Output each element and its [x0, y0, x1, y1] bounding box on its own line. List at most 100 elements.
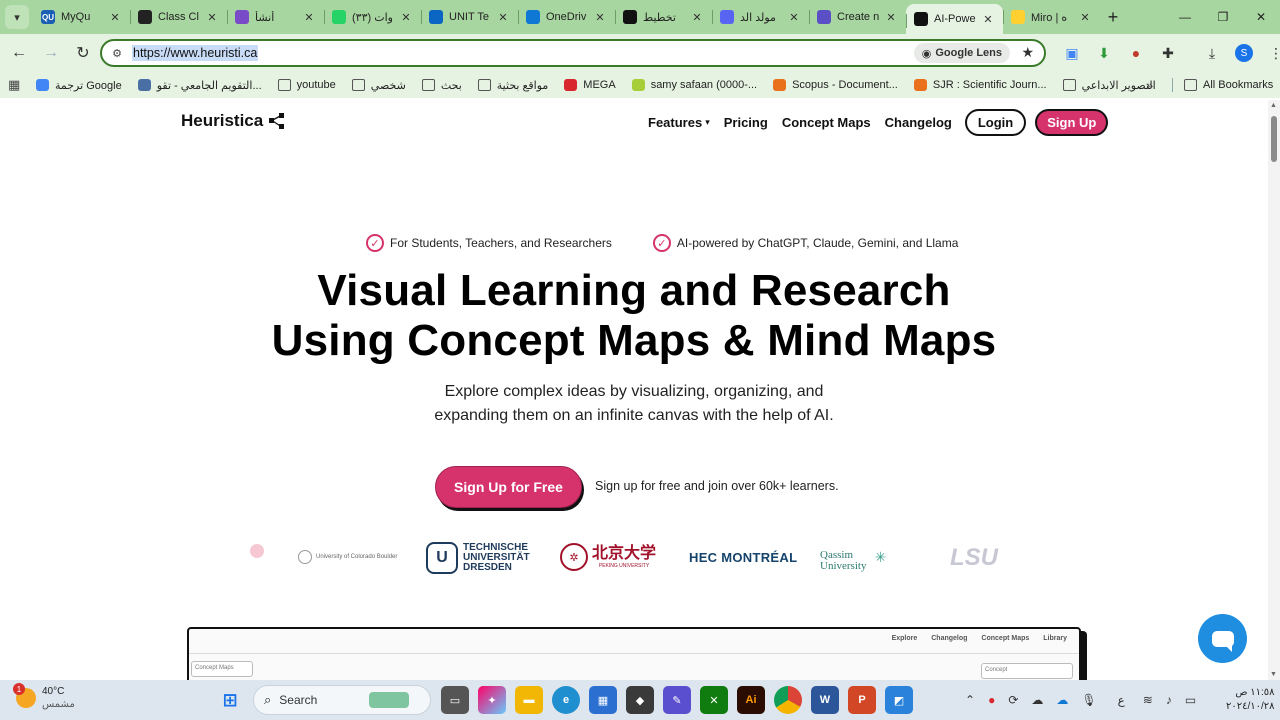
tab-close-icon[interactable]: ✕: [593, 11, 607, 24]
tab-close-icon[interactable]: ✕: [399, 11, 413, 24]
wifi-icon[interactable]: ≋: [1143, 693, 1153, 707]
nav-changelog[interactable]: Changelog: [885, 115, 952, 130]
downloads-icon[interactable]: ⤓: [1196, 45, 1228, 62]
tab-close-icon[interactable]: ✕: [981, 13, 995, 26]
browser-tab[interactable]: تخطيط ✕: [615, 0, 712, 34]
chrome-icon[interactable]: [774, 686, 802, 714]
cloud-tray-icon[interactable]: ☁: [1031, 693, 1043, 707]
bookmark-item[interactable]: التصوير الابداعي: [1062, 79, 1156, 92]
nav-pricing[interactable]: Pricing: [724, 115, 768, 130]
close-window-icon[interactable]: ✕: [1242, 0, 1280, 34]
word-icon[interactable]: W: [811, 686, 839, 714]
bookmark-star-icon[interactable]: ★: [1021, 44, 1034, 61]
tab-close-icon[interactable]: ✕: [496, 11, 510, 24]
translate-extension-icon[interactable]: ▣: [1056, 45, 1088, 62]
remote-app-icon[interactable]: ◩: [885, 686, 913, 714]
reload-icon[interactable]: ↻: [68, 38, 98, 68]
tab-close-icon[interactable]: ✕: [108, 11, 122, 24]
mic-tray-icon[interactable]: 🎙: [1081, 693, 1096, 707]
bookmark-item[interactable]: بحث: [421, 79, 462, 92]
bookmark-item[interactable]: youtube: [277, 79, 336, 91]
restore-icon[interactable]: ❐: [1204, 0, 1242, 34]
taskbar-search[interactable]: ⌕ Search: [253, 685, 431, 715]
google-lens-button[interactable]: ◉ Google Lens: [913, 43, 1010, 63]
illustrator-icon[interactable]: Ai: [737, 686, 765, 714]
more-bookmarks-icon[interactable]: »: [1146, 78, 1153, 93]
task-view-icon[interactable]: ▭: [441, 686, 469, 714]
chat-widget-button[interactable]: [1198, 614, 1247, 663]
minimize-icon[interactable]: —: [1166, 0, 1204, 34]
store-icon[interactable]: ▦: [589, 686, 617, 714]
weather-widget[interactable]: 1 40°C مشمس: [13, 683, 75, 711]
bookmark-item[interactable]: Scopus - Document...: [773, 79, 898, 91]
system-clock[interactable]: ١١:٥٨ ص ٢٠٢٤/١٠/٢٨: [1226, 686, 1275, 714]
browser-tab[interactable]: Create n ✕: [809, 0, 906, 34]
download-extension-icon[interactable]: ⬇: [1088, 45, 1120, 62]
bookmark-item[interactable]: شخصي: [351, 79, 406, 92]
edge-icon[interactable]: e: [552, 686, 580, 714]
onedrive-tray-icon[interactable]: ☁: [1056, 693, 1068, 707]
site-logo[interactable]: Heuristica: [181, 111, 285, 131]
tab-close-icon[interactable]: ✕: [690, 11, 704, 24]
bookmark-item[interactable]: samy safaan (0000-...: [631, 79, 757, 91]
battery-icon[interactable]: ▭: [1185, 693, 1196, 707]
record-extension-icon[interactable]: ●: [1120, 45, 1152, 61]
chevron-up-icon[interactable]: ⌃: [965, 693, 975, 707]
browser-tab[interactable]: مولد الد ✕: [712, 0, 809, 34]
check-circle-icon: ✓: [652, 234, 671, 252]
windows-start-icon[interactable]: ⊞: [216, 686, 244, 714]
bookmark-item[interactable]: SJR : Scientific Journ...: [913, 79, 1047, 91]
nav-concept-maps[interactable]: Concept Maps: [782, 115, 871, 130]
tab-close-icon[interactable]: ✕: [884, 11, 898, 24]
scroll-down-icon[interactable]: ▼: [1270, 671, 1277, 678]
xbox-icon[interactable]: ✕: [700, 686, 728, 714]
browser-tab[interactable]: QU MyQu ✕: [33, 0, 130, 34]
browser-tab[interactable]: OneDriv ✕: [518, 0, 615, 34]
forward-icon[interactable]: →: [36, 38, 66, 68]
sync-tray-icon[interactable]: ⟳: [1008, 693, 1018, 707]
tab-search-button[interactable]: ▾: [5, 5, 29, 29]
browser-tab[interactable]: Class Cl ✕: [130, 0, 227, 34]
all-bookmarks-button[interactable]: All Bookmarks: [1184, 79, 1273, 91]
apps-grid-icon[interactable]: ▦: [8, 77, 36, 93]
check-circle-icon: ✓: [366, 234, 384, 252]
copilot-icon[interactable]: ✦: [478, 686, 506, 714]
site-info-icon[interactable]: ⚙: [106, 42, 128, 64]
language-indicator[interactable]: ع: [1118, 693, 1125, 707]
browser-tab[interactable]: أنشأ ✕: [227, 0, 324, 34]
pen-app-icon[interactable]: ✎: [663, 686, 691, 714]
app-cube-icon[interactable]: ◆: [626, 686, 654, 714]
scroll-up-icon[interactable]: ▲: [1270, 102, 1277, 109]
login-button[interactable]: Login: [964, 109, 1027, 136]
address-bar[interactable]: ⚙ https://www.heuristi.ca ◉ Google Lens …: [100, 39, 1046, 67]
tab-close-icon[interactable]: ✕: [205, 11, 219, 24]
bookmark-item[interactable]: مواقع بحثية: [477, 79, 548, 92]
powerpoint-icon[interactable]: P: [848, 686, 876, 714]
new-tab-button[interactable]: +: [1100, 7, 1126, 28]
tab-close-icon[interactable]: ✕: [1078, 11, 1092, 24]
tab-close-icon[interactable]: ✕: [302, 11, 316, 24]
bookmark-item[interactable]: ترجمة Google: [36, 79, 122, 92]
browser-tab[interactable]: UNIT Te ✕: [421, 0, 518, 34]
scrollbar-thumb[interactable]: [1271, 116, 1277, 162]
mega-tray-icon[interactable]: ●: [988, 693, 995, 707]
browser-menu-icon[interactable]: ⋮: [1260, 45, 1280, 62]
volume-icon[interactable]: ♪: [1166, 693, 1172, 707]
browser-tab[interactable]: Miro | ه ✕: [1003, 0, 1100, 34]
browser-tab[interactable]: (٣٣) وات ✕: [324, 0, 421, 34]
url-text[interactable]: https://www.heuristi.ca: [132, 45, 259, 61]
profile-avatar[interactable]: S: [1228, 44, 1260, 62]
signup-button[interactable]: Sign Up: [1035, 109, 1109, 136]
file-explorer-icon[interactable]: ▬: [515, 686, 543, 714]
page-scrollbar[interactable]: ▲ ▼: [1268, 100, 1280, 680]
tab-title: تخطيط: [643, 11, 676, 24]
bookmark-item[interactable]: MEGA: [564, 79, 616, 91]
tab-close-icon[interactable]: ✕: [787, 11, 801, 24]
signup-free-button[interactable]: Sign Up for Free: [435, 466, 582, 508]
web-page: Heuristica Features ▾ Pricing Concept Ma…: [0, 100, 1268, 680]
bookmark-item[interactable]: التقويم الجامعي - تقو...: [137, 79, 262, 92]
nav-features[interactable]: Features ▾: [648, 115, 710, 130]
back-icon[interactable]: ←: [4, 38, 34, 68]
browser-tab[interactable]: AI-Powe ✕: [906, 4, 1003, 34]
extensions-puzzle-icon[interactable]: ✚: [1152, 45, 1184, 62]
